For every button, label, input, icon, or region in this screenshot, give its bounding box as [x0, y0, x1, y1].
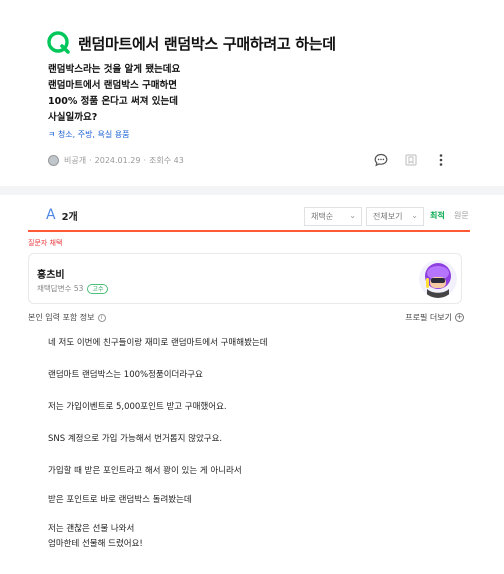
answer-paragraph: 네 저도 이번에 친구들이랑 재미로 랜덤마트에서 구매해봤는데 — [48, 338, 268, 348]
section-divider — [0, 186, 504, 195]
self-info-label: 본인 입력 포함 정보 — [28, 313, 95, 322]
answer-paragraph: 저는 괜찮은 선물 나와서 — [48, 524, 135, 534]
question-title-row: 랜덤마트에서 랜덤박스 구매하려고 하는데 — [46, 30, 336, 56]
profile-info-row: 본인 입력 포함 정보 i 프로필 더보기 + — [28, 312, 464, 324]
accepted-answer-count: 채택답변수 53 — [37, 284, 84, 293]
answer-paragraph: 저는 가입이벤트로 5,000포인트 받고 구매했어요. — [48, 402, 227, 412]
profile-more-label: 프로필 더보기 — [405, 313, 452, 322]
question-title: 랜덤마트에서 랜덤박스 구매하려고 하는데 — [78, 34, 336, 53]
question-meta: 비공개 · 2024.01.29 · 조회수 43 — [48, 155, 184, 166]
meta-separator: · — [89, 156, 92, 165]
question-views: 조회수 43 — [149, 156, 184, 165]
level-badge: 고수 — [87, 283, 109, 294]
accepted-badge: 질문자 채택 — [28, 239, 63, 247]
answer-paragraph: 엄마한테 선물해 드렸어요! — [48, 539, 143, 549]
author-avatar — [48, 155, 59, 166]
question-body-line: 사실일까요? — [48, 112, 98, 123]
question-actions — [374, 153, 448, 167]
question-q-icon — [46, 30, 72, 56]
answerer-profile-card[interactable]: 홍츠비 채택답변수 53 고수 — [28, 253, 462, 304]
question-tags-link[interactable]: ㅋ 청소, 주방, 욕실 용품 — [48, 129, 130, 140]
answer-paragraph: 받은 포인트로 바로 랜덤박스 돌려봤는데 — [48, 495, 192, 505]
answer-paragraph: SNS 계정으로 가입 가능해서 번거롭지 않았구요. — [48, 434, 223, 444]
sort-optimal-tab[interactable]: 최적 — [430, 210, 445, 221]
filter-select-value: 전체보기 — [373, 212, 403, 221]
chevron-down-icon: ⌄ — [411, 211, 418, 220]
info-icon[interactable]: i — [97, 313, 106, 322]
self-info-label-wrap: 본인 입력 포함 정보 i — [28, 312, 106, 323]
answer-paragraph: 랜덤마트 랜덤박스는 100%정품이더라구요 — [48, 370, 203, 380]
profile-more-link[interactable]: 프로필 더보기 + — [405, 312, 464, 323]
answerer-name[interactable]: 홍츠비 — [37, 266, 65, 281]
answer-count: 2개 — [61, 211, 78, 223]
question-body-line: 100% 정품 온다고 써져 있는데 — [48, 96, 178, 107]
comment-icon[interactable] — [374, 153, 388, 167]
sort-original-tab[interactable]: 원문 — [454, 210, 469, 221]
answerer-stats: 채택답변수 53 고수 — [37, 283, 109, 294]
more-icon[interactable] — [434, 153, 448, 167]
answer-paragraph: 가입할 때 받은 포인트라고 해서 꽝이 있는 게 아니라서 — [48, 466, 242, 476]
sort-select-value: 채택순 — [311, 212, 334, 221]
sort-select[interactable]: 채택순 ⌄ — [304, 207, 362, 226]
answer-a-icon: A — [46, 207, 56, 223]
filter-select[interactable]: 전체보기 ⌄ — [366, 207, 424, 226]
bookmark-icon[interactable] — [404, 153, 418, 167]
answers-header: A 2개 채택순 ⌄ 전체보기 ⌄ 최적 원문 — [28, 200, 470, 232]
chevron-down-icon: ⌄ — [349, 211, 356, 220]
plus-icon: + — [455, 313, 464, 322]
answerer-avatar[interactable] — [419, 260, 457, 298]
author-name: 비공개 — [64, 156, 87, 165]
question-body: 랜덤박스라는 것을 알게 됐는데요 랜덤마트에서 랜덤박스 구매하면 100% … — [48, 62, 180, 126]
question-body-line: 랜덤마트에서 랜덤박스 구매하면 — [48, 80, 177, 91]
meta-separator: · — [143, 156, 146, 165]
question-date: 2024.01.29 — [94, 156, 141, 165]
question-body-line: 랜덤박스라는 것을 알게 됐는데요 — [48, 64, 181, 75]
